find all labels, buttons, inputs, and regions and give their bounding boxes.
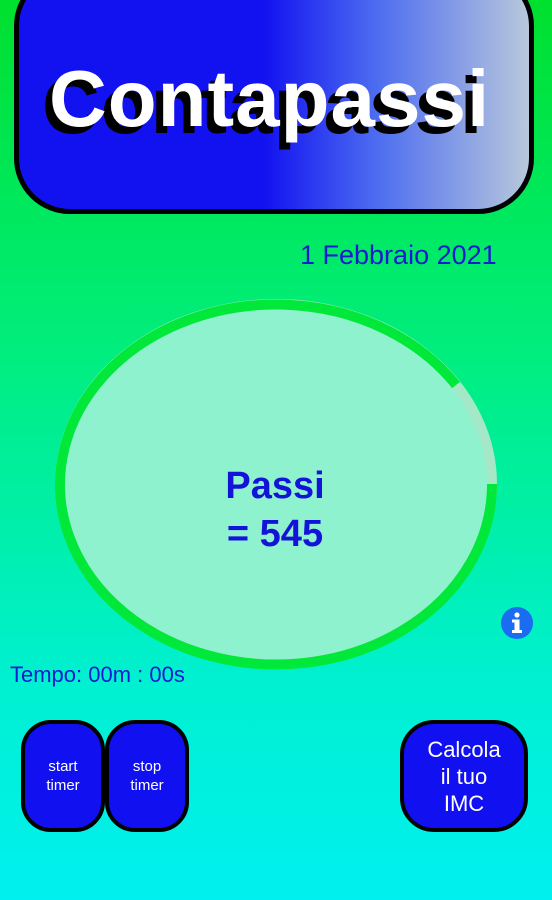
steps-label: Passi	[225, 465, 325, 507]
step-counter: Passi = 545	[200, 462, 350, 558]
bmi-label-line1: Calcola	[427, 736, 501, 762]
bmi-label-line2: il tuo	[440, 763, 488, 789]
current-date: 1 Febbraio 2021	[300, 240, 497, 270]
app-title: Contapassi	[49, 54, 491, 143]
info-icon[interactable]	[500, 606, 534, 640]
steps-value: = 545	[226, 513, 324, 555]
title-banner: Contapassi	[14, 0, 534, 214]
stop-timer-label-line1: stop	[132, 758, 162, 775]
calculate-bmi-button[interactable]: Calcola il tuo IMC	[400, 720, 528, 832]
stop-timer-label-line2: timer	[130, 777, 164, 794]
bmi-label-line3: IMC	[443, 790, 485, 816]
stop-timer-button[interactable]: stop timer	[105, 720, 189, 832]
start-timer-label-line2: timer	[46, 777, 80, 794]
start-timer-label-line1: start	[48, 758, 78, 775]
start-timer-button[interactable]: start timer	[21, 720, 105, 832]
timer-readout: Tempo: 00m : 00s	[10, 662, 185, 687]
